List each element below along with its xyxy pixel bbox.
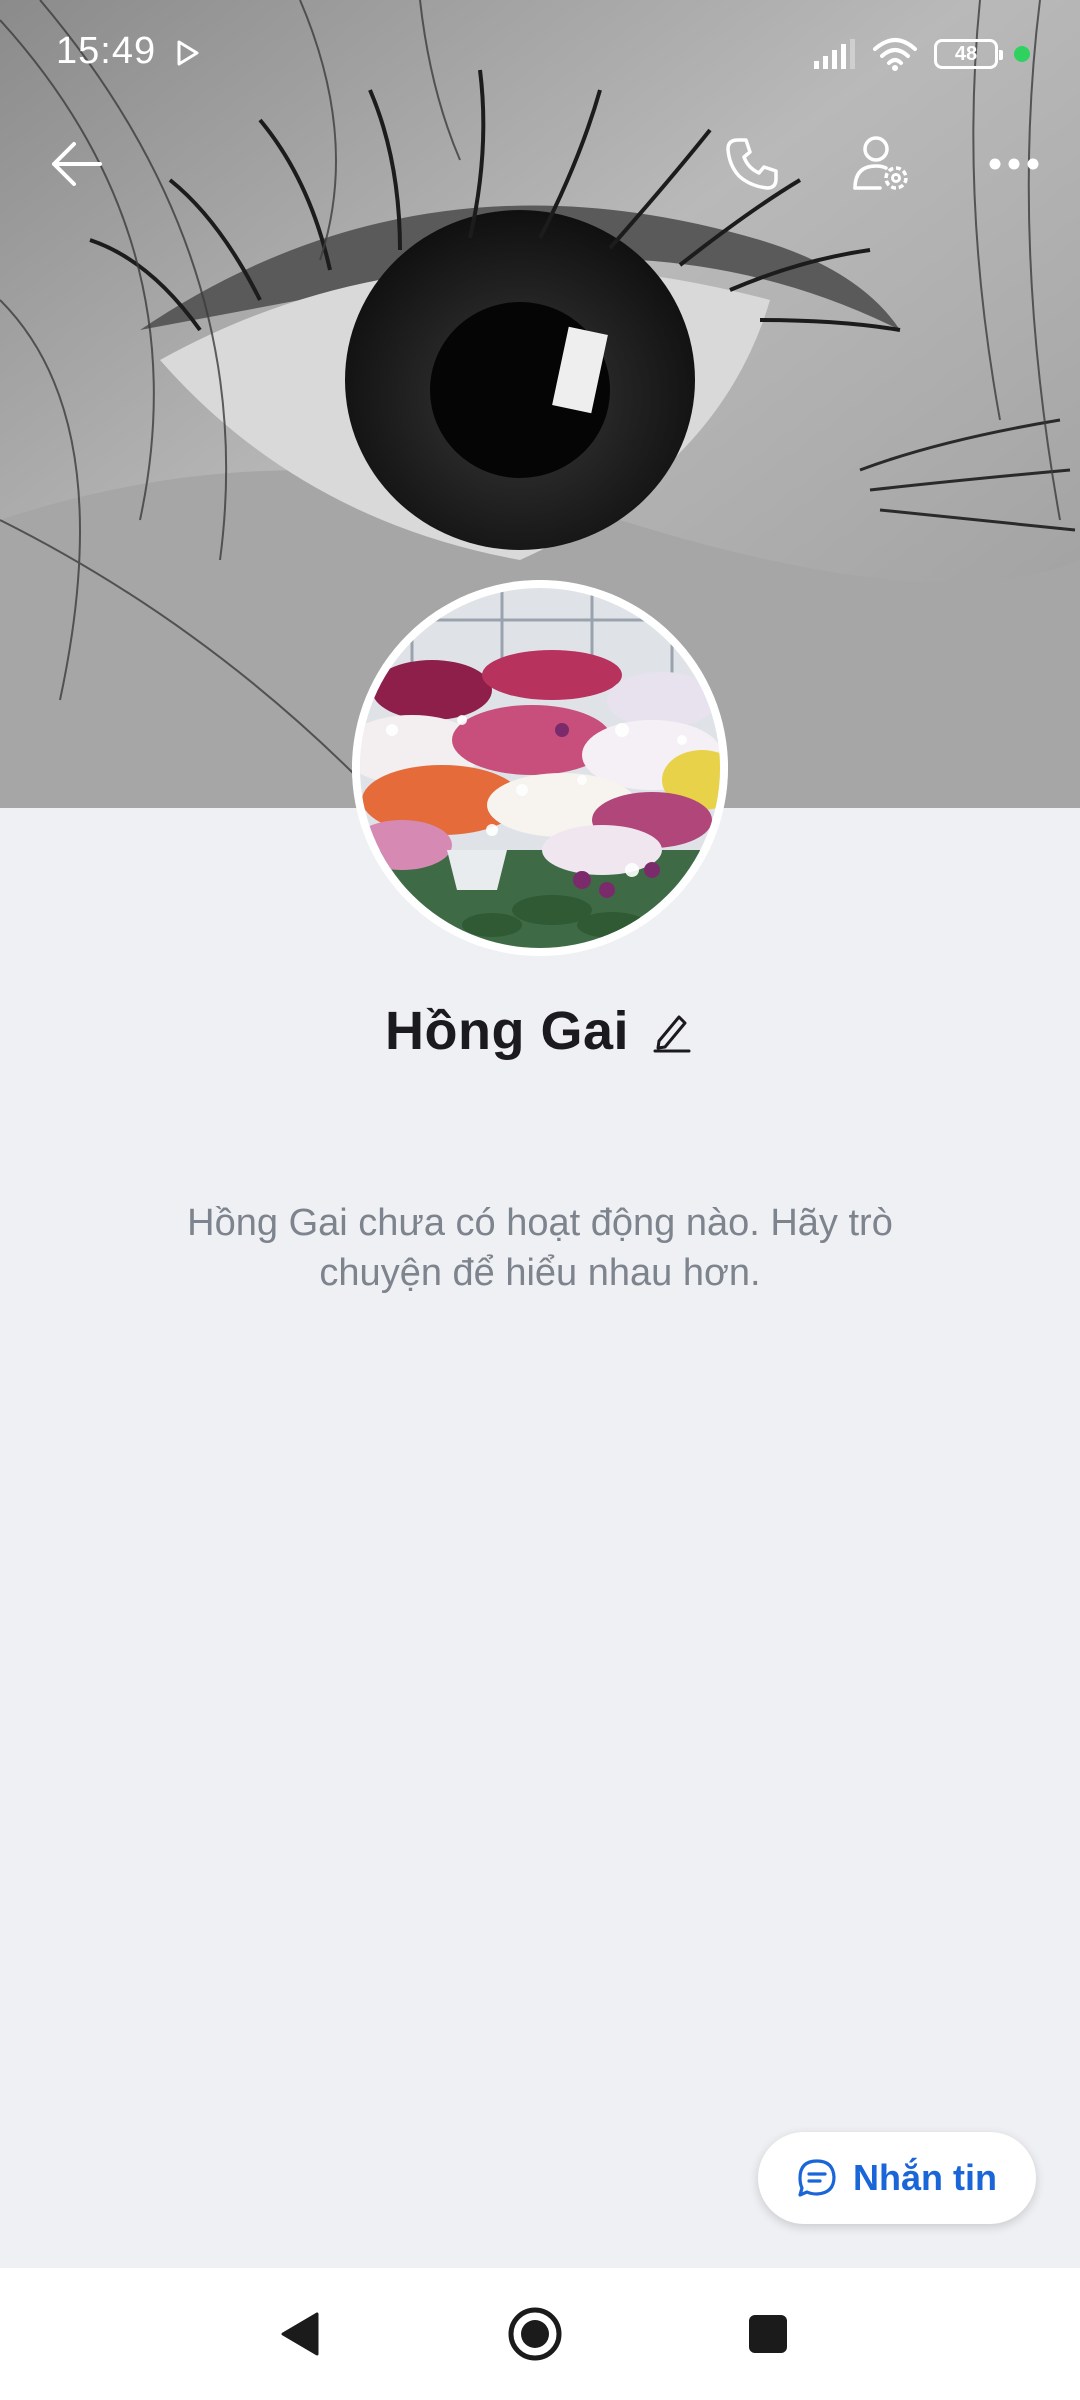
wifi-icon [873,38,917,71]
status-bar: 15:49 48 [0,0,1080,108]
status-time: 15:49 [56,30,157,72]
privacy-indicator-dot [1014,46,1030,62]
back-arrow-icon [52,142,102,186]
profile-name-row: Hồng Gai [0,996,1080,1066]
profile-avatar[interactable] [352,580,728,956]
more-dots-icon [989,158,1039,170]
chat-bubble-icon [798,2159,836,2197]
nav-back-button[interactable] [260,2294,340,2374]
status-icons: 48 [812,34,1030,74]
battery-indicator: 48 [934,39,1003,69]
nav-home-button[interactable] [495,2294,575,2374]
profile-settings-button[interactable] [842,124,922,204]
edit-pencil-icon [653,1015,691,1053]
nav-recents-button[interactable] [728,2294,808,2374]
system-navigation-bar [0,2268,1080,2400]
edit-name-button[interactable] [651,1007,695,1055]
nav-back-icon [281,2312,319,2356]
nav-recents-icon [749,2315,787,2353]
avatar-image [352,580,728,956]
call-button[interactable] [712,124,792,204]
send-message-label: Nhắn tin [853,2157,997,2198]
back-button[interactable] [36,124,116,204]
more-options-button[interactable] [974,124,1054,204]
cellular-signal-icon [814,39,855,69]
user-settings-icon [853,136,908,190]
profile-name: Hồng Gai [385,1001,629,1061]
nav-home-icon [508,2307,562,2361]
battery-level: 48 [954,42,978,65]
phone-icon [726,138,778,190]
play-store-notification-icon [177,40,199,66]
profile-screen: 15:49 48 Hồng Gai Hồng Gai chưa có hoạt … [0,0,1080,2400]
send-message-button[interactable]: Nhắn tin [758,2132,1036,2224]
empty-activity-message: Hồng Gai chưa có hoạt động nào. Hãy trò … [187,1202,893,1294]
